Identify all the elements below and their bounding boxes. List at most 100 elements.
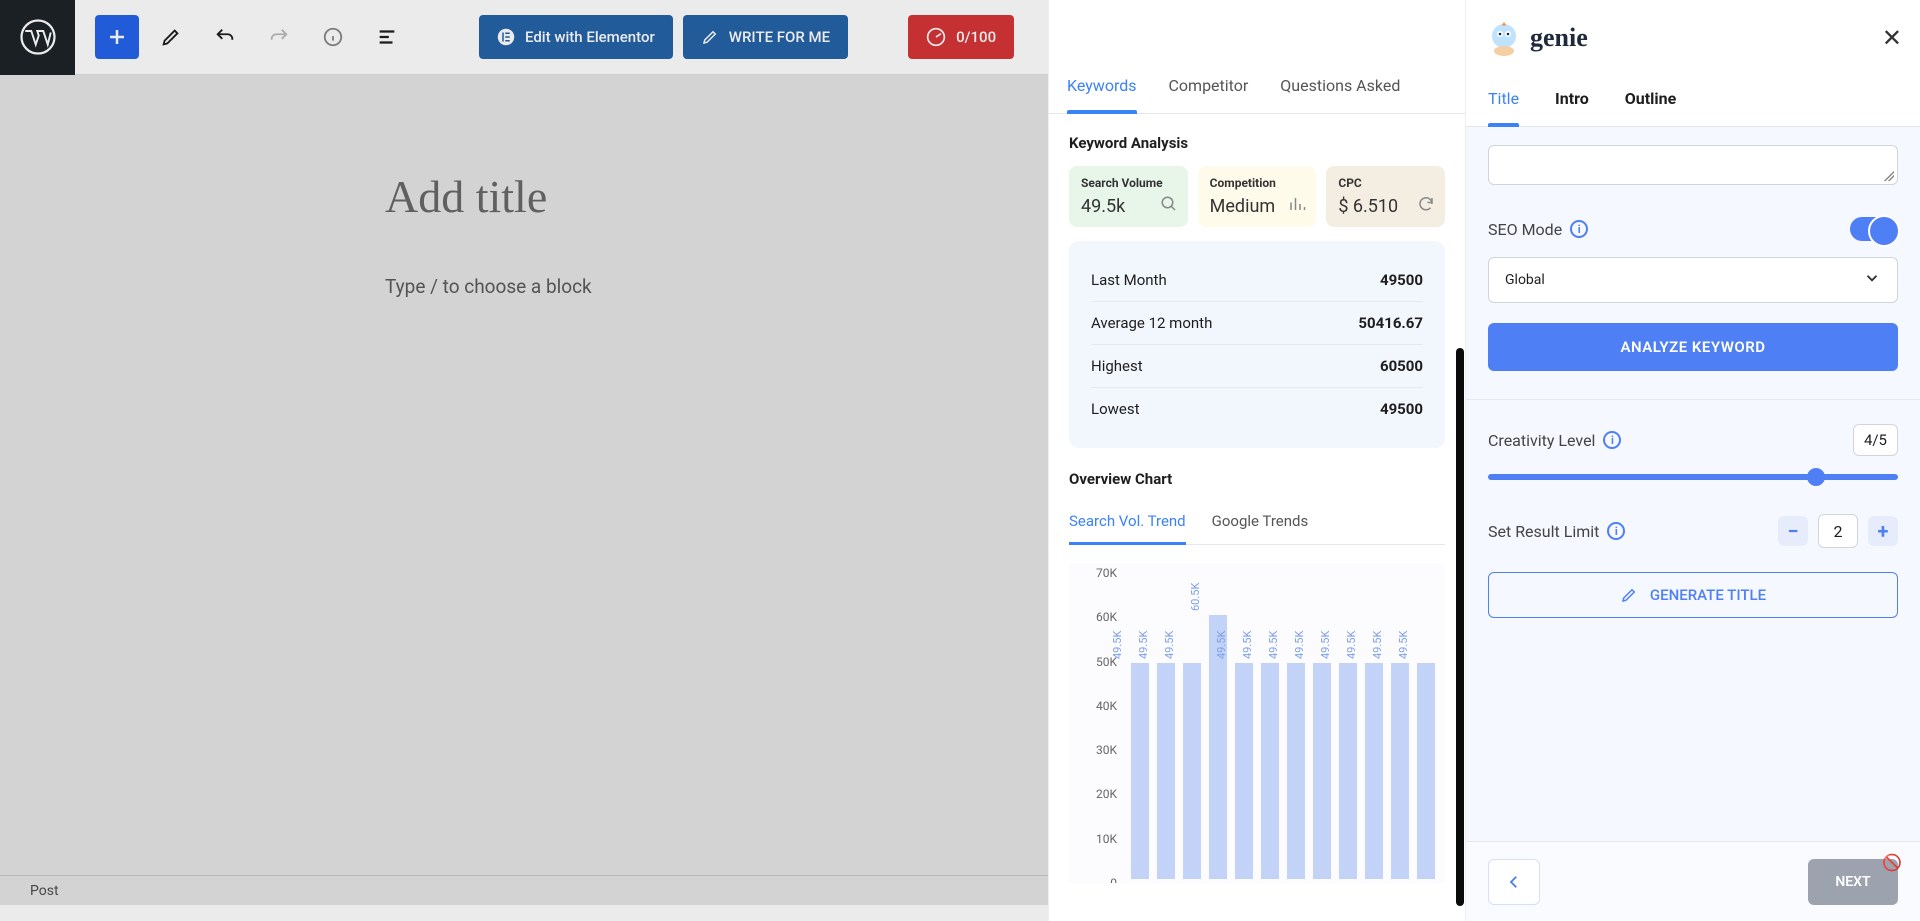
stat-label: Last Month	[1091, 271, 1167, 289]
kpi-volume-label: Search Volume	[1081, 176, 1176, 190]
result-limit-label: Set Result Limiti	[1488, 522, 1625, 541]
chart-bar: 49.5K	[1417, 663, 1435, 879]
elementor-label: Edit with Elementor	[525, 28, 655, 46]
chart-bar: 49.5K	[1339, 663, 1357, 879]
genie-logo: genie	[1484, 18, 1588, 58]
kpi-comp-label: Competition	[1210, 176, 1305, 190]
redo-button[interactable]	[257, 15, 301, 59]
chart-bar: 49.5K	[1261, 663, 1279, 879]
bar-label: 49.5K	[1345, 630, 1358, 662]
seo-mode-label: SEO Modei	[1488, 220, 1588, 239]
next-button[interactable]: NEXT 🚫	[1808, 859, 1898, 905]
bar-label: 49.5K	[1293, 630, 1306, 662]
keyword-panel: Keywords Competitor Questions Asked Keyw…	[1048, 0, 1465, 921]
tab-title[interactable]: Title	[1488, 75, 1519, 126]
genie-mascot-icon	[1484, 18, 1524, 58]
creativity-value: 4/5	[1853, 424, 1898, 456]
genie-panel: genie ✕ Title Intro Outline SEO Modei Gl…	[1465, 0, 1920, 921]
chart-bar: 49.5K	[1287, 663, 1305, 879]
bar-label: 49.5K	[1267, 630, 1280, 662]
y-tick: 20K	[1096, 787, 1117, 801]
info-icon[interactable]: i	[1603, 431, 1621, 449]
write-for-me-button[interactable]: WRITE FOR ME	[683, 15, 848, 59]
chart-bar: 49.5K	[1157, 663, 1175, 879]
result-limit-value[interactable]: 2	[1818, 514, 1858, 548]
y-tick: 0	[1110, 876, 1117, 883]
bars-icon	[1288, 195, 1306, 217]
seo-score-badge[interactable]: 0/100	[908, 15, 1014, 59]
bar-label: 49.5K	[1371, 630, 1384, 662]
y-tick: 30K	[1096, 743, 1117, 757]
editor-area: Add title Type / to choose a block Post	[0, 75, 1048, 905]
y-tick: 40K	[1096, 699, 1117, 713]
wordpress-logo[interactable]	[0, 0, 75, 75]
chart-bar: 49.5K	[1313, 663, 1331, 879]
stat-value: 50416.67	[1358, 314, 1423, 332]
y-tick: 70K	[1096, 566, 1117, 580]
bar-label: 49.5K	[1215, 630, 1228, 662]
stat-row: Average 12 month 50416.67	[1091, 302, 1423, 345]
overview-chart-heading: Overview Chart	[1069, 470, 1445, 488]
block-body-hint[interactable]: Type / to choose a block	[385, 275, 592, 298]
stat-value: 49500	[1380, 400, 1423, 418]
tab-questions[interactable]: Questions Asked	[1280, 62, 1400, 113]
country-value: Global	[1505, 272, 1545, 288]
edit-icon[interactable]	[149, 15, 193, 59]
undo-button[interactable]	[203, 15, 247, 59]
generate-label: GENERATE TITLE	[1650, 586, 1766, 604]
chevron-down-icon	[1863, 269, 1881, 291]
genie-brand-text: genie	[1530, 23, 1588, 53]
bar-label: 49.5K	[1241, 630, 1254, 662]
seo-mode-toggle[interactable]	[1850, 217, 1898, 241]
chart-tab-search-vol[interactable]: Search Vol. Trend	[1069, 502, 1186, 544]
stats-card: Last Month49500 Average 12 month50416.67…	[1069, 241, 1445, 448]
y-tick: 60K	[1096, 610, 1117, 624]
bar-label: 49.5K	[1163, 630, 1176, 662]
decrement-button[interactable]: −	[1778, 516, 1808, 546]
tab-intro[interactable]: Intro	[1555, 75, 1589, 126]
tab-competitor[interactable]: Competitor	[1169, 62, 1249, 113]
panel-scrollbar[interactable]	[1456, 348, 1464, 906]
kpi-search-volume: Search Volume 49.5k	[1069, 166, 1188, 227]
next-label: NEXT	[1835, 874, 1870, 890]
edit-with-elementor-button[interactable]: Edit with Elementor	[479, 15, 673, 59]
increment-button[interactable]: +	[1868, 516, 1898, 546]
add-block-button[interactable]	[95, 15, 139, 59]
result-limit-stepper: − 2 +	[1778, 514, 1898, 548]
country-select[interactable]: Global	[1488, 257, 1898, 303]
bar-label: 49.5K	[1137, 630, 1150, 662]
chart-bar: 49.5K	[1235, 663, 1253, 879]
bar-label: 49.5K	[1397, 630, 1410, 662]
bar-label: 49.5K	[1111, 630, 1124, 662]
analyze-keyword-button[interactable]: ANALYZE KEYWORD	[1488, 323, 1898, 371]
creativity-slider[interactable]	[1488, 474, 1898, 480]
creativity-label: Creativity Leveli	[1488, 431, 1621, 450]
score-value: 0/100	[956, 28, 996, 46]
disabled-icon: 🚫	[1882, 853, 1902, 872]
post-title-input[interactable]: Add title	[385, 170, 547, 223]
kpi-competition: Competition Medium	[1198, 166, 1317, 227]
info-icon[interactable]: i	[1570, 220, 1588, 238]
prev-button[interactable]	[1488, 859, 1540, 905]
chart-container: 70K60K50K40K30K20K10K0 49.5K49.5K49.5K60…	[1069, 563, 1445, 883]
stat-row: Last Month49500	[1091, 259, 1423, 302]
stat-label: Highest	[1091, 357, 1143, 375]
bar-label: 60.5K	[1189, 582, 1202, 614]
tab-keywords[interactable]: Keywords	[1067, 62, 1137, 113]
chart-tab-google-trends[interactable]: Google Trends	[1212, 502, 1309, 544]
post-type-label: Post	[30, 883, 59, 899]
tab-outline[interactable]: Outline	[1625, 75, 1676, 126]
y-tick: 10K	[1096, 832, 1117, 846]
info-icon[interactable]: i	[1607, 522, 1625, 540]
outline-icon[interactable]	[365, 15, 409, 59]
generate-title-button[interactable]: GENERATE TITLE	[1488, 572, 1898, 618]
info-icon[interactable]	[311, 15, 355, 59]
stat-row: Lowest49500	[1091, 388, 1423, 430]
chart-bar: 49.5K	[1183, 663, 1201, 879]
stat-row: Highest60500	[1091, 345, 1423, 388]
chart-bar: 49.5K	[1131, 663, 1149, 879]
keyword-textarea[interactable]	[1488, 145, 1898, 185]
close-button[interactable]: ✕	[1882, 24, 1902, 52]
chart-bar: 49.5K	[1365, 663, 1383, 879]
stat-label: Average 12 month	[1091, 314, 1212, 332]
